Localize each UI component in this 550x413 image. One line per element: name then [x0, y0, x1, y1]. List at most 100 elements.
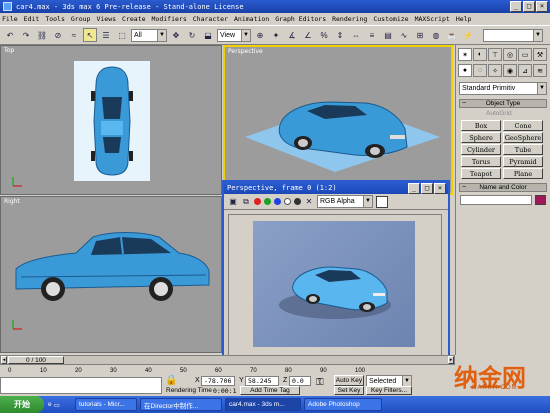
angle-snap-icon[interactable]: ∠ — [301, 28, 315, 42]
sphere-button[interactable]: Sphere — [461, 132, 501, 143]
auto-key-button[interactable]: Auto Key — [334, 375, 364, 386]
save-icon[interactable]: ▣ — [228, 197, 238, 207]
autogrid-checkbox[interactable]: AutoGrid — [486, 110, 512, 117]
y-coordinate-field[interactable]: 58.245 — [245, 376, 279, 386]
green-channel-icon[interactable] — [264, 198, 271, 205]
hierarchy-tab-icon[interactable]: ⊤ — [488, 48, 502, 61]
blue-channel-icon[interactable] — [274, 198, 281, 205]
start-button[interactable]: 开始 — [0, 396, 44, 413]
ie-icon[interactable]: e — [48, 401, 52, 409]
geosphere-button[interactable]: GeoSphere — [503, 132, 543, 143]
menu-rendering[interactable]: Rendering — [332, 15, 367, 23]
menu-help[interactable]: Help — [456, 15, 472, 23]
cylinder-button[interactable]: Cylinder — [461, 144, 501, 155]
helpers-icon[interactable]: ⊿ — [518, 64, 532, 77]
bind-space-warp-icon[interactable]: ≈ — [67, 28, 81, 42]
menu-file[interactable]: File — [2, 15, 18, 23]
cameras-icon[interactable]: ◉ — [503, 64, 517, 77]
modify-tab-icon[interactable]: ◐ — [473, 48, 487, 61]
select-by-name-icon[interactable]: ☰ — [99, 28, 113, 42]
mono-channel-icon[interactable] — [294, 198, 301, 205]
menu-views[interactable]: Views — [96, 15, 116, 23]
z-coordinate-field[interactable]: 0.0 — [289, 376, 311, 386]
snap-toggle-icon[interactable]: ∡ — [285, 28, 299, 42]
menu-animation[interactable]: Animation — [234, 15, 269, 23]
render-scene-icon[interactable]: ☕ — [445, 28, 459, 42]
display-tab-icon[interactable]: ▭ — [518, 48, 532, 61]
time-slider-thumb[interactable]: 0 / 100 — [8, 356, 64, 364]
render-window-minimize-button[interactable]: _ — [408, 183, 420, 194]
utilities-tab-icon[interactable]: ⚒ — [533, 48, 547, 61]
align-icon[interactable]: ≡ — [365, 28, 379, 42]
key-filters-button[interactable]: Key Filters... — [366, 386, 412, 395]
add-time-tag-button[interactable]: Add Time Tag — [240, 386, 300, 395]
set-key-icon[interactable]: ⚿ — [316, 377, 324, 388]
object-category-dropdown[interactable]: Standard Primitiv ▼ — [459, 82, 547, 95]
object-color-swatch[interactable] — [535, 195, 546, 205]
menu-maxscript[interactable]: MAXScript — [415, 15, 450, 23]
lights-icon[interactable]: ✧ — [488, 64, 502, 77]
viewport-label-top[interactable]: Top — [4, 47, 14, 54]
color-swatch[interactable] — [376, 195, 388, 208]
menu-customize[interactable]: Customize — [373, 15, 408, 23]
object-type-rollout[interactable]: − Object Type — [459, 99, 547, 108]
maxscript-listener[interactable] — [0, 377, 162, 394]
menu-tools[interactable]: Tools — [45, 15, 65, 23]
viewport-top[interactable]: Top — [0, 45, 222, 195]
time-slider[interactable]: ◂ 0 / 100 ▸ — [0, 355, 455, 365]
motion-tab-icon[interactable]: ◎ — [503, 48, 517, 61]
viewport-perspective[interactable]: Perspective — [223, 45, 453, 195]
box-button[interactable]: Box — [461, 120, 501, 131]
channel-dropdown[interactable]: RGB Alpha ▼ — [317, 195, 373, 208]
unlink-icon[interactable]: ⊘ — [51, 28, 65, 42]
pivot-center-icon[interactable]: ⊕ — [253, 28, 267, 42]
reference-coordinate-dropdown[interactable]: View ▼ — [217, 28, 251, 42]
menu-create[interactable]: Create — [122, 15, 145, 23]
menu-character[interactable]: Character — [193, 15, 228, 23]
minimize-button[interactable]: _ — [510, 1, 522, 12]
desktop-icon[interactable]: ▭ — [54, 401, 60, 409]
plane-button[interactable]: Plane — [503, 168, 543, 179]
object-name-field[interactable] — [460, 195, 532, 205]
schematic-view-icon[interactable]: ⊞ — [413, 28, 427, 42]
undo-icon[interactable]: ↶ — [3, 28, 17, 42]
menu-graph-editors[interactable]: Graph Editors — [275, 15, 326, 23]
tube-button[interactable]: Tube — [503, 144, 543, 155]
link-icon[interactable]: ⛓ — [35, 28, 49, 42]
x-coordinate-field[interactable]: -78.706 — [201, 376, 235, 386]
task-photoshop[interactable]: Adobe Photoshop — [304, 398, 382, 411]
material-editor-icon[interactable]: ◍ — [429, 28, 443, 42]
lock-selection-icon[interactable]: 🔒 — [165, 375, 193, 386]
clear-icon[interactable]: ✕ — [304, 197, 314, 207]
create-tab-icon[interactable]: ✶ — [458, 48, 472, 61]
name-and-color-rollout[interactable]: − Name and Color — [459, 183, 547, 192]
mirror-icon[interactable]: ⇔ — [349, 28, 363, 42]
menu-edit[interactable]: Edit — [24, 15, 40, 23]
set-key-button[interactable]: Set Key — [334, 386, 364, 395]
redo-icon[interactable]: ↷ — [19, 28, 33, 42]
menu-group[interactable]: Group — [71, 15, 91, 23]
maximize-button[interactable]: □ — [523, 1, 535, 12]
viewport-right[interactable]: Right — [0, 196, 222, 353]
select-move-icon[interactable]: ✥ — [169, 28, 183, 42]
percent-snap-icon[interactable]: % — [317, 28, 331, 42]
task-director[interactable]: 在Director中制作... — [140, 398, 222, 411]
teapot-button[interactable]: Teapot — [461, 168, 501, 179]
red-channel-icon[interactable] — [254, 198, 261, 205]
spinner-snap-icon[interactable]: ⇕ — [333, 28, 347, 42]
select-object-icon[interactable]: ↖ — [83, 28, 97, 42]
region-select-icon[interactable]: ⬚ — [115, 28, 129, 42]
quick-render-icon[interactable]: ⚡ — [461, 28, 475, 42]
menu-modifiers[interactable]: Modifiers — [152, 15, 187, 23]
pyramid-button[interactable]: Pyramid — [503, 156, 543, 167]
named-selection-dropdown[interactable]: ▼ — [483, 28, 543, 42]
selection-filter-dropdown[interactable]: All ▼ — [131, 28, 167, 42]
prev-frame-icon[interactable]: ◂ — [1, 356, 7, 364]
task-3dsmax[interactable]: car4.max - 3ds m... — [225, 398, 301, 411]
select-scale-icon[interactable]: ⬓ — [201, 28, 215, 42]
clone-icon[interactable]: ⧉ — [241, 197, 251, 207]
select-manipulate-icon[interactable]: ✦ — [269, 28, 283, 42]
layer-manager-icon[interactable]: ▤ — [381, 28, 395, 42]
render-window-maximize-button[interactable]: □ — [421, 183, 433, 194]
alpha-channel-icon[interactable] — [284, 198, 291, 205]
